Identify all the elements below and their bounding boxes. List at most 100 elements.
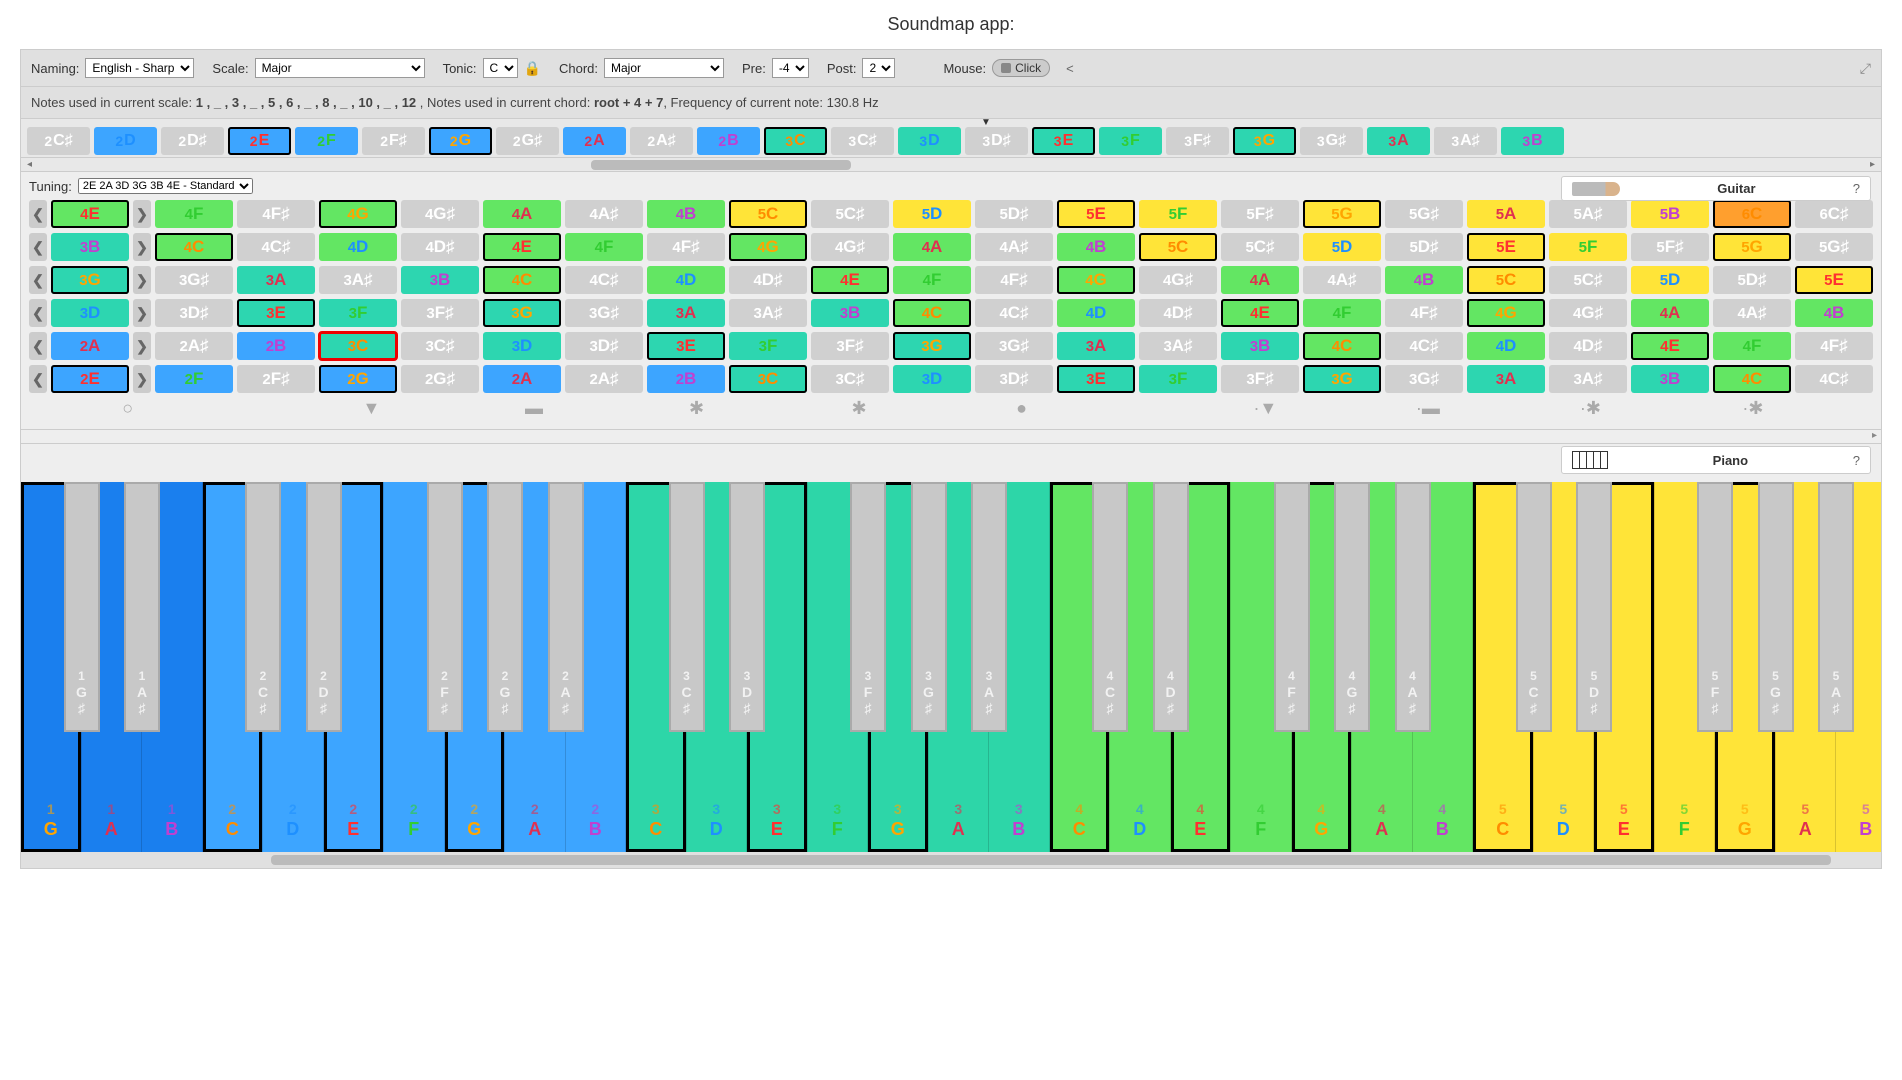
strip-note[interactable]: 2F♯ xyxy=(362,127,425,155)
string-prev[interactable]: ❮ xyxy=(29,200,47,228)
fret-note[interactable]: 2F♯ xyxy=(237,365,315,393)
fret-note[interactable]: 5A xyxy=(1467,200,1545,228)
fret-note[interactable]: 4D♯ xyxy=(401,233,479,261)
fret-note[interactable]: 3G xyxy=(483,299,561,327)
fret-note[interactable]: 5E xyxy=(1057,200,1135,228)
fret-note[interactable]: 4F xyxy=(893,266,971,294)
fret-note[interactable]: 3A xyxy=(647,299,725,327)
fret-note[interactable]: 5C♯ xyxy=(1549,266,1627,294)
fret-note[interactable]: 3D♯ xyxy=(155,299,233,327)
string-prev[interactable]: ❮ xyxy=(29,365,47,393)
fret-note[interactable]: 2A♯ xyxy=(565,365,643,393)
strip-note[interactable]: 3F xyxy=(1099,127,1162,155)
black-key[interactable]: 5F♯ xyxy=(1697,482,1733,732)
fret-note[interactable]: 4D xyxy=(1057,299,1135,327)
fret-note[interactable]: 4D♯ xyxy=(1139,299,1217,327)
fret-note[interactable]: 4C xyxy=(155,233,233,261)
strip-note[interactable]: 3C♯ xyxy=(831,127,894,155)
fret-note[interactable]: 2F xyxy=(155,365,233,393)
fret-note[interactable]: 3G xyxy=(51,266,129,294)
black-key[interactable]: 4D♯ xyxy=(1153,482,1189,732)
black-key[interactable]: 4A♯ xyxy=(1395,482,1431,732)
string-next[interactable]: ❯ xyxy=(133,200,151,228)
fret-note[interactable]: 3D xyxy=(51,299,129,327)
black-key[interactable]: 2A♯ xyxy=(548,482,584,732)
fret-note[interactable]: 4B xyxy=(1385,266,1463,294)
fret-note[interactable]: 3A♯ xyxy=(729,299,807,327)
fret-note[interactable]: 4E xyxy=(51,200,129,228)
strip-note[interactable]: 2E xyxy=(228,127,291,155)
piano-scrollbar[interactable] xyxy=(21,852,1881,868)
fret-note[interactable]: 5G xyxy=(1713,233,1791,261)
strip-note[interactable]: 3G♯ xyxy=(1300,127,1363,155)
fret-note[interactable]: 3A xyxy=(1057,332,1135,360)
fret-note[interactable]: 5G♯ xyxy=(1385,200,1463,228)
fret-note[interactable]: 3F xyxy=(729,332,807,360)
fret-note[interactable]: 3A♯ xyxy=(1549,365,1627,393)
fret-note[interactable]: 5G♯ xyxy=(1795,233,1873,261)
fret-note[interactable]: 4E xyxy=(811,266,889,294)
strip-note[interactable]: 2G♯ xyxy=(496,127,559,155)
strip-note[interactable]: 3A♯ xyxy=(1434,127,1497,155)
fret-note[interactable]: 4C xyxy=(483,266,561,294)
guitar-scrollbar[interactable]: ▸ xyxy=(21,430,1881,444)
fret-note[interactable]: 4C xyxy=(893,299,971,327)
fret-note[interactable]: 6C xyxy=(1713,200,1791,228)
fret-note[interactable]: 2G♯ xyxy=(401,365,479,393)
fret-note[interactable]: 5F xyxy=(1549,233,1627,261)
black-key[interactable]: 5A♯ xyxy=(1818,482,1854,732)
fret-note[interactable]: 3F xyxy=(1139,365,1217,393)
fret-note[interactable]: 4C xyxy=(1303,332,1381,360)
strip-note[interactable]: 2C♯ xyxy=(27,127,90,155)
fret-note[interactable]: 4G♯ xyxy=(811,233,889,261)
fret-note[interactable]: 3E xyxy=(1057,365,1135,393)
fret-note[interactable]: 4D♯ xyxy=(729,266,807,294)
collapse-icon[interactable]: ⤢ xyxy=(1860,60,1871,77)
strip-note[interactable]: 2G xyxy=(429,127,492,155)
fret-note[interactable]: 3D xyxy=(893,365,971,393)
fret-note[interactable]: 4E xyxy=(1631,332,1709,360)
string-next[interactable]: ❯ xyxy=(133,233,151,261)
fret-note[interactable]: 4C♯ xyxy=(1385,332,1463,360)
strip-note[interactable]: 3G xyxy=(1233,127,1296,155)
fret-note[interactable]: 5C xyxy=(729,200,807,228)
fret-note[interactable]: 5D xyxy=(1303,233,1381,261)
fret-note[interactable]: 3A♯ xyxy=(1139,332,1217,360)
fret-note[interactable]: 4F xyxy=(1713,332,1791,360)
fret-note[interactable]: 4F♯ xyxy=(975,266,1053,294)
strip-note[interactable]: 3E xyxy=(1032,127,1095,155)
fret-note[interactable]: 3A♯ xyxy=(319,266,397,294)
strip-note[interactable]: 2D xyxy=(94,127,157,155)
fret-note[interactable]: 4D xyxy=(1467,332,1545,360)
fret-note[interactable]: 5D xyxy=(1631,266,1709,294)
black-key[interactable]: 2F♯ xyxy=(427,482,463,732)
black-key[interactable]: 2D♯ xyxy=(306,482,342,732)
strip-note[interactable]: 3A xyxy=(1367,127,1430,155)
fret-note[interactable]: 4F♯ xyxy=(1795,332,1873,360)
fret-note[interactable]: 2E xyxy=(51,365,129,393)
black-key[interactable]: 3C♯ xyxy=(669,482,705,732)
fret-note[interactable]: 3D♯ xyxy=(975,365,1053,393)
fret-note[interactable]: 3B xyxy=(51,233,129,261)
fret-note[interactable]: 4A♯ xyxy=(975,233,1053,261)
fret-note[interactable]: 3D xyxy=(483,332,561,360)
black-key[interactable]: 2C♯ xyxy=(245,482,281,732)
fret-note[interactable]: 5G xyxy=(1303,200,1381,228)
fret-note[interactable]: 4F♯ xyxy=(237,200,315,228)
fret-note[interactable]: 4F xyxy=(1303,299,1381,327)
mouse-toggle[interactable]: Click xyxy=(992,59,1050,77)
fret-note[interactable]: 4A♯ xyxy=(565,200,643,228)
black-key[interactable]: 3G♯ xyxy=(911,482,947,732)
tuning-select[interactable]: 2E 2A 3D 3G 3B 4E - Standard xyxy=(78,178,253,194)
black-key[interactable]: 5C♯ xyxy=(1516,482,1552,732)
guitar-help[interactable]: ? xyxy=(1853,181,1860,196)
fret-note[interactable]: 3A xyxy=(237,266,315,294)
fret-note[interactable]: 4E xyxy=(483,233,561,261)
fret-note[interactable]: 5E xyxy=(1467,233,1545,261)
string-prev[interactable]: ❮ xyxy=(29,332,47,360)
fret-note[interactable]: 3F xyxy=(319,299,397,327)
fret-note[interactable]: 3F♯ xyxy=(811,332,889,360)
string-next[interactable]: ❯ xyxy=(133,332,151,360)
fret-note[interactable]: 4B xyxy=(647,200,725,228)
fret-note[interactable]: 5D♯ xyxy=(1385,233,1463,261)
